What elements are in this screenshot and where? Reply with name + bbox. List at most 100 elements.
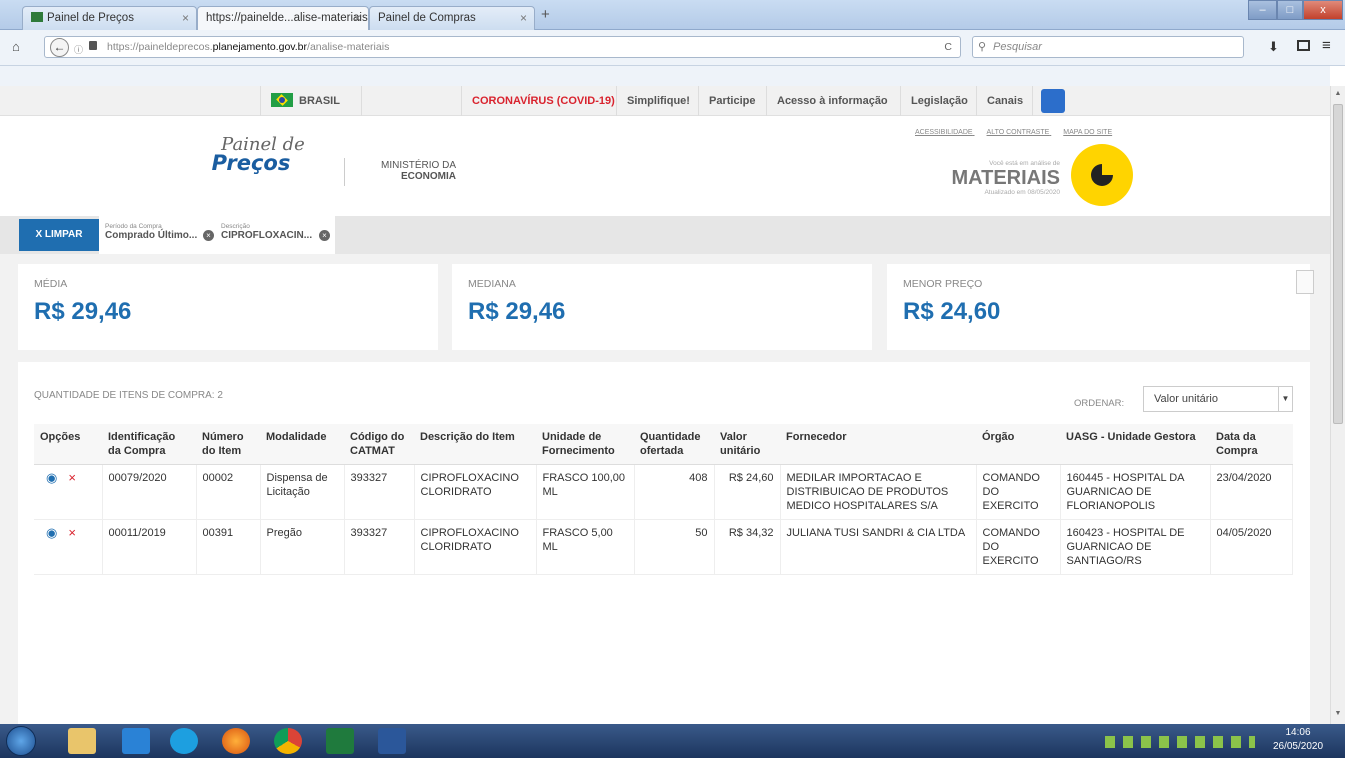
stat-value: R$ 29,46 bbox=[468, 298, 566, 325]
scroll-down-icon[interactable]: ▼ bbox=[1333, 710, 1343, 720]
accessibility-links: ACESSIBILIDADE ALTO CONTRASTE MAPA DO SI… bbox=[915, 129, 1112, 136]
back-button[interactable]: ← bbox=[50, 38, 69, 57]
start-button[interactable] bbox=[6, 726, 36, 756]
cell: FRASCO 5,00 ML bbox=[536, 519, 635, 575]
context-block: Você está em análise de MATERIAIS Atuali… bbox=[930, 160, 1060, 196]
tab-label: Painel de Compras bbox=[378, 12, 476, 24]
col-header: Data da Compra bbox=[1210, 424, 1293, 465]
firefox-icon[interactable] bbox=[222, 728, 250, 754]
clear-filters-button[interactable]: X LIMPAR bbox=[19, 219, 99, 251]
brasil-label: BRASIL bbox=[299, 95, 340, 107]
menu-icon[interactable]: ≡ bbox=[1322, 37, 1331, 54]
link-acessibilidade[interactable]: ACESSIBILIDADE bbox=[915, 129, 973, 136]
close-window-button[interactable]: x bbox=[1303, 0, 1343, 20]
chip-label: Descrição bbox=[221, 223, 250, 230]
search-icon: ⚲ bbox=[978, 41, 987, 53]
stat-value: R$ 29,46 bbox=[34, 298, 132, 325]
cell: COMANDO DO EXERCITO bbox=[976, 519, 1061, 575]
tab-analise-materiais[interactable]: https://painelde...alise-materiais × bbox=[197, 6, 369, 31]
filter-chip-descricao[interactable]: Descrição CIPROFLOXACIN... bbox=[221, 223, 312, 241]
cell: 00391 bbox=[196, 519, 261, 575]
view-eye-icon[interactable]: ◉ bbox=[46, 470, 57, 485]
cell: CIPROFLOXACINO CLORIDRATO bbox=[414, 464, 537, 520]
remove-x-icon[interactable]: × bbox=[68, 470, 76, 485]
govbar-legislacao-link[interactable]: Legislação bbox=[901, 86, 977, 116]
chip-remove-icon[interactable]: × bbox=[319, 230, 330, 241]
lock-icon bbox=[89, 41, 97, 50]
govbar-simplifique-link[interactable]: Simplifique! bbox=[617, 86, 699, 116]
tab-close-icon[interactable]: × bbox=[520, 11, 527, 25]
results-panel: QUANTIDADE DE ITENS DE COMPRA: 2 ORDENAR… bbox=[18, 362, 1310, 724]
sort-value: Valor unitário bbox=[1154, 393, 1218, 405]
tab-painel-compras[interactable]: Painel de Compras × bbox=[369, 6, 535, 30]
pie-chart-icon bbox=[1071, 144, 1133, 206]
new-tab-button[interactable]: + bbox=[541, 6, 550, 23]
tab-painel-precos[interactable]: Painel de Preços × bbox=[22, 6, 197, 30]
col-header: Modalidade bbox=[260, 424, 344, 465]
cell: 160445 - HOSPITAL DA GUARNICAO DE FLORIA… bbox=[1060, 464, 1211, 520]
ministry-line1: MINISTÉRIO DA bbox=[380, 160, 456, 171]
scroll-up-icon[interactable]: ▲ bbox=[1333, 90, 1343, 100]
filter-chip-periodo[interactable]: Período da Compra Comprado Último... bbox=[105, 223, 197, 241]
col-header: UASG - Unidade Gestora bbox=[1060, 424, 1210, 465]
cell: 23/04/2020 bbox=[1210, 464, 1293, 520]
system-tray-icons[interactable] bbox=[1105, 736, 1255, 748]
skype-icon[interactable] bbox=[170, 728, 198, 754]
minimize-button[interactable]: – bbox=[1248, 0, 1277, 20]
col-header: Valor unitário bbox=[714, 424, 780, 465]
cell: 393327 bbox=[344, 519, 415, 575]
options-cell: ◉ × bbox=[34, 464, 103, 520]
explorer-icon[interactable] bbox=[68, 728, 96, 754]
stat-card-media: MÉDIA R$ 29,46 bbox=[18, 264, 438, 350]
col-header: Identificação da Compra bbox=[102, 424, 196, 465]
stat-label: MENOR PREÇO bbox=[903, 278, 983, 290]
govbar-canais-link[interactable]: Canais bbox=[977, 86, 1033, 116]
ministry-line2: ECONOMIA bbox=[401, 171, 456, 182]
col-header: Descrição do Item bbox=[414, 424, 536, 465]
tab-close-icon[interactable]: × bbox=[354, 11, 361, 25]
sidebar-icon[interactable] bbox=[1297, 40, 1310, 51]
sort-select[interactable]: Valor unitário ▼ bbox=[1143, 386, 1293, 412]
cell: CIPROFLOXACINO CLORIDRATO bbox=[414, 519, 537, 575]
govbar-covid-link[interactable]: CORONAVÍRUS (COVID-19) bbox=[462, 86, 617, 116]
search-input[interactable]: ⚲ Pesquisar bbox=[972, 36, 1244, 58]
home-icon[interactable]: ⌂ bbox=[12, 39, 20, 54]
link-mapa-site[interactable]: MAPA DO SITE bbox=[1063, 129, 1112, 136]
cell: 50 bbox=[634, 519, 715, 575]
chrome-icon[interactable] bbox=[274, 728, 302, 754]
download-icon[interactable]: ⬇ bbox=[1268, 39, 1279, 55]
remove-x-icon[interactable]: × bbox=[68, 525, 76, 540]
url-bar[interactable]: https://paineldeprecos.planejamento.gov.… bbox=[44, 36, 961, 58]
govbar-spacer bbox=[362, 86, 462, 116]
brasil-link[interactable]: BRASIL bbox=[260, 86, 362, 116]
accessibility-icon[interactable] bbox=[1041, 89, 1065, 113]
cell: R$ 24,60 bbox=[714, 464, 781, 520]
col-header: Quantidade ofertada bbox=[634, 424, 714, 465]
clock[interactable]: 14:06 26/05/2020 bbox=[1268, 726, 1328, 754]
cell: 160423 - HOSPITAL DE GUARNICAO DE SANTIA… bbox=[1060, 519, 1211, 575]
chip-remove-icon[interactable]: × bbox=[203, 230, 214, 241]
col-header: Código do CATMAT bbox=[344, 424, 414, 465]
export-icon[interactable] bbox=[1296, 270, 1314, 294]
govbar-participe-link[interactable]: Participe bbox=[699, 86, 767, 116]
results-count: QUANTIDADE DE ITENS DE COMPRA: 2 bbox=[34, 390, 223, 401]
info-icon[interactable]: ⓘ bbox=[74, 43, 83, 56]
context-small: Você está em análise de bbox=[989, 160, 1060, 167]
reload-icon[interactable]: C bbox=[944, 37, 952, 57]
view-eye-icon[interactable]: ◉ bbox=[46, 525, 57, 540]
filter-bar: X LIMPAR Período da Compra Comprado Últi… bbox=[0, 216, 1330, 254]
scrollbar-thumb[interactable] bbox=[1333, 104, 1343, 424]
filter-chips: Período da Compra Comprado Último... × D… bbox=[99, 216, 335, 254]
word-icon[interactable] bbox=[378, 728, 406, 754]
main-content: MÉDIA R$ 29,46 MEDIANA R$ 29,46 MENOR PR… bbox=[0, 254, 1330, 724]
cell: 00011/2019 bbox=[102, 519, 197, 575]
excel-icon[interactable] bbox=[326, 728, 354, 754]
govbar-acesso-link[interactable]: Acesso à informação bbox=[767, 86, 901, 116]
maximize-button[interactable]: □ bbox=[1277, 0, 1303, 20]
media-icon[interactable] bbox=[122, 728, 150, 754]
tab-close-icon[interactable]: × bbox=[182, 11, 189, 25]
painel-precos-logo[interactable]: Painel de Preços bbox=[196, 134, 306, 175]
link-alto-contraste[interactable]: ALTO CONTRASTE bbox=[987, 129, 1050, 136]
options-cell: ◉ × bbox=[34, 519, 103, 575]
page-scrollbar[interactable]: ▲ ▼ bbox=[1330, 86, 1345, 724]
